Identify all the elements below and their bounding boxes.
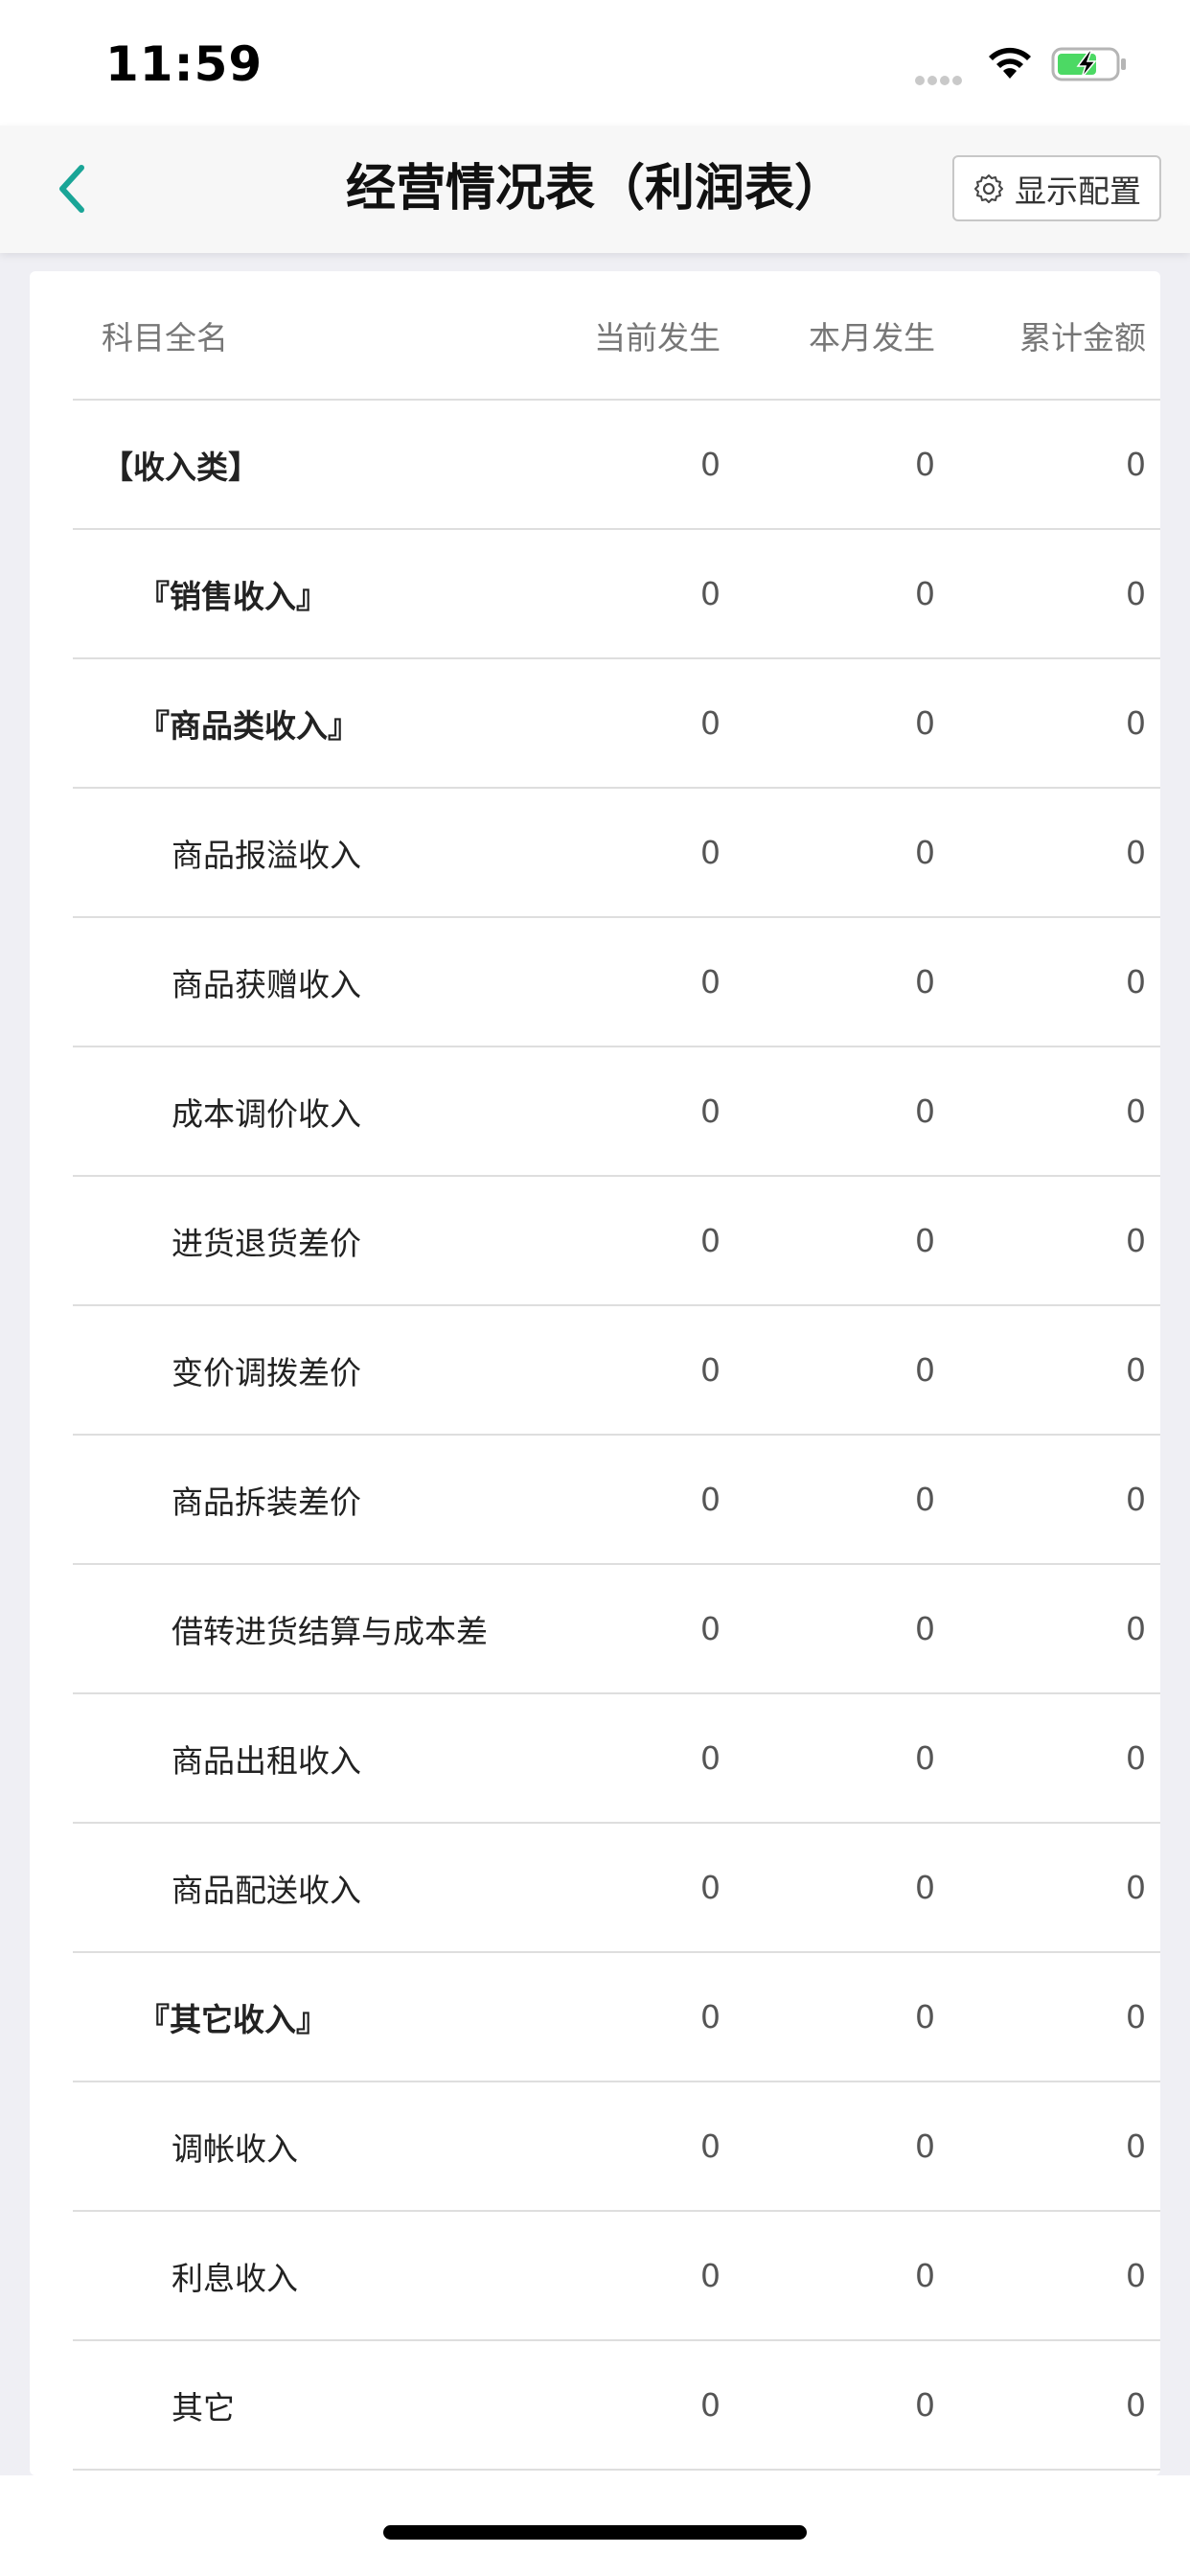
month-value: 0 — [915, 2257, 935, 2294]
total-value: 0 — [1126, 1351, 1146, 1389]
account-name: 商品报溢收入 — [172, 836, 361, 874]
account-name: 利息收入 — [172, 2259, 298, 2297]
account-name: 商品获赠收入 — [172, 965, 361, 1003]
month-value: 0 — [915, 1351, 935, 1389]
battery-charging-icon — [1051, 47, 1126, 81]
header-total: 累计金额 — [1019, 318, 1146, 356]
month-value: 0 — [915, 1998, 935, 2036]
table-row[interactable]: 商品拆装差价 0 0 0 — [73, 1436, 1160, 1565]
account-name: 借转进货结算与成本差 — [172, 1612, 488, 1650]
status-time: 11:59 — [105, 36, 263, 92]
current-value: 0 — [700, 446, 721, 483]
current-value: 0 — [700, 1481, 721, 1518]
table-row[interactable]: 其它 0 0 0 — [73, 2341, 1160, 2471]
wifi-icon — [989, 47, 1031, 79]
gear-icon — [974, 173, 1003, 203]
month-value: 0 — [915, 704, 935, 742]
month-value: 0 — [915, 2128, 935, 2165]
status-bar: 11:59 — [0, 0, 1190, 126]
current-value: 0 — [700, 963, 721, 1000]
account-name: 『销售收入』 — [138, 577, 328, 615]
total-value: 0 — [1126, 1222, 1146, 1259]
account-name: 『其它收入』 — [138, 2000, 328, 2038]
current-value: 0 — [700, 1351, 721, 1389]
display-config-label: 显示配置 — [1015, 172, 1141, 210]
header-current: 当前发生 — [594, 318, 721, 356]
account-name: 【收入类】 — [102, 448, 260, 486]
total-value: 0 — [1126, 963, 1146, 1000]
table-header: 科目全名 当前发生 本月发生 累计金额 — [73, 271, 1160, 401]
total-value: 0 — [1126, 1481, 1146, 1518]
table-row[interactable]: 商品配送收入 0 0 0 — [73, 1824, 1160, 1953]
month-value: 0 — [915, 1092, 935, 1130]
month-value: 0 — [915, 2386, 935, 2424]
account-name: 『商品类收入』 — [138, 706, 359, 745]
total-value: 0 — [1126, 834, 1146, 871]
total-value: 0 — [1126, 1610, 1146, 1647]
account-name: 调帐收入 — [172, 2129, 298, 2168]
total-value: 0 — [1126, 1998, 1146, 2036]
total-value: 0 — [1126, 575, 1146, 612]
current-value: 0 — [700, 2386, 721, 2424]
current-value: 0 — [700, 1869, 721, 1906]
account-name: 进货退货差价 — [172, 1224, 361, 1262]
account-name: 变价调拨差价 — [172, 1353, 361, 1392]
profit-table: 科目全名 当前发生 本月发生 累计金额 【收入类】 0 0 0 『销售收入』 0 0 0 『商品… — [30, 271, 1160, 2475]
total-value: 0 — [1126, 2386, 1146, 2424]
table-row[interactable]: 『商品类收入』 0 0 0 — [73, 659, 1160, 789]
account-name: 商品配送收入 — [172, 1871, 361, 1909]
account-name: 商品拆装差价 — [172, 1483, 361, 1521]
table-row[interactable]: 变价调拨差价 0 0 0 — [73, 1306, 1160, 1436]
total-value: 0 — [1126, 446, 1146, 483]
month-value: 0 — [915, 1869, 935, 1906]
current-value: 0 — [700, 2128, 721, 2165]
account-name: 成本调价收入 — [172, 1094, 361, 1133]
display-config-button[interactable]: 显示配置 — [952, 155, 1161, 221]
total-value: 0 — [1126, 2257, 1146, 2294]
current-value: 0 — [700, 2257, 721, 2294]
table-row[interactable]: 商品出租收入 0 0 0 — [73, 1694, 1160, 1824]
current-value: 0 — [700, 575, 721, 612]
home-indicator[interactable] — [383, 2525, 807, 2540]
table-row[interactable]: 【收入类】 0 0 0 — [73, 401, 1160, 530]
month-value: 0 — [915, 575, 935, 612]
month-value: 0 — [915, 446, 935, 483]
table-row[interactable]: 借转进货结算与成本差 0 0 0 — [73, 1565, 1160, 1694]
header-month: 本月发生 — [809, 318, 935, 356]
current-value: 0 — [700, 1610, 721, 1647]
total-value: 0 — [1126, 1739, 1146, 1777]
current-value: 0 — [700, 1222, 721, 1259]
current-value: 0 — [700, 1998, 721, 2036]
month-value: 0 — [915, 1739, 935, 1777]
total-value: 0 — [1126, 1869, 1146, 1906]
total-value: 0 — [1126, 1092, 1146, 1130]
current-value: 0 — [700, 1092, 721, 1130]
month-value: 0 — [915, 963, 935, 1000]
current-value: 0 — [700, 704, 721, 742]
table-row[interactable]: 商品获赠收入 0 0 0 — [73, 918, 1160, 1047]
signal-icon — [915, 71, 965, 89]
total-value: 0 — [1126, 704, 1146, 742]
month-value: 0 — [915, 1481, 935, 1518]
current-value: 0 — [700, 834, 721, 871]
table-row[interactable]: 成本调价收入 0 0 0 — [73, 1047, 1160, 1177]
table-row[interactable]: 商品报溢收入 0 0 0 — [73, 789, 1160, 918]
current-value: 0 — [700, 1739, 721, 1777]
table-row[interactable]: 利息收入 0 0 0 — [73, 2212, 1160, 2341]
month-value: 0 — [915, 1222, 935, 1259]
table-row[interactable]: 进货退货差价 0 0 0 — [73, 1177, 1160, 1306]
account-name: 商品出租收入 — [172, 1741, 361, 1780]
bottom-area — [0, 2475, 1190, 2576]
table-row[interactable]: 调帐收入 0 0 0 — [73, 2082, 1160, 2212]
header-account-name: 科目全名 — [102, 318, 228, 356]
screen: 11:59 经营情况表（利润表） 显示配置 科目全名 当前发生 本月发生 累计金… — [0, 0, 1190, 2576]
table-row[interactable]: 『其它收入』 0 0 0 — [73, 1953, 1160, 2082]
table-row[interactable]: 『销售收入』 0 0 0 — [73, 530, 1160, 659]
month-value: 0 — [915, 834, 935, 871]
total-value: 0 — [1126, 2128, 1146, 2165]
month-value: 0 — [915, 1610, 935, 1647]
navigation-bar: 经营情况表（利润表） 显示配置 — [0, 126, 1190, 253]
account-name: 其它 — [172, 2388, 235, 2426]
